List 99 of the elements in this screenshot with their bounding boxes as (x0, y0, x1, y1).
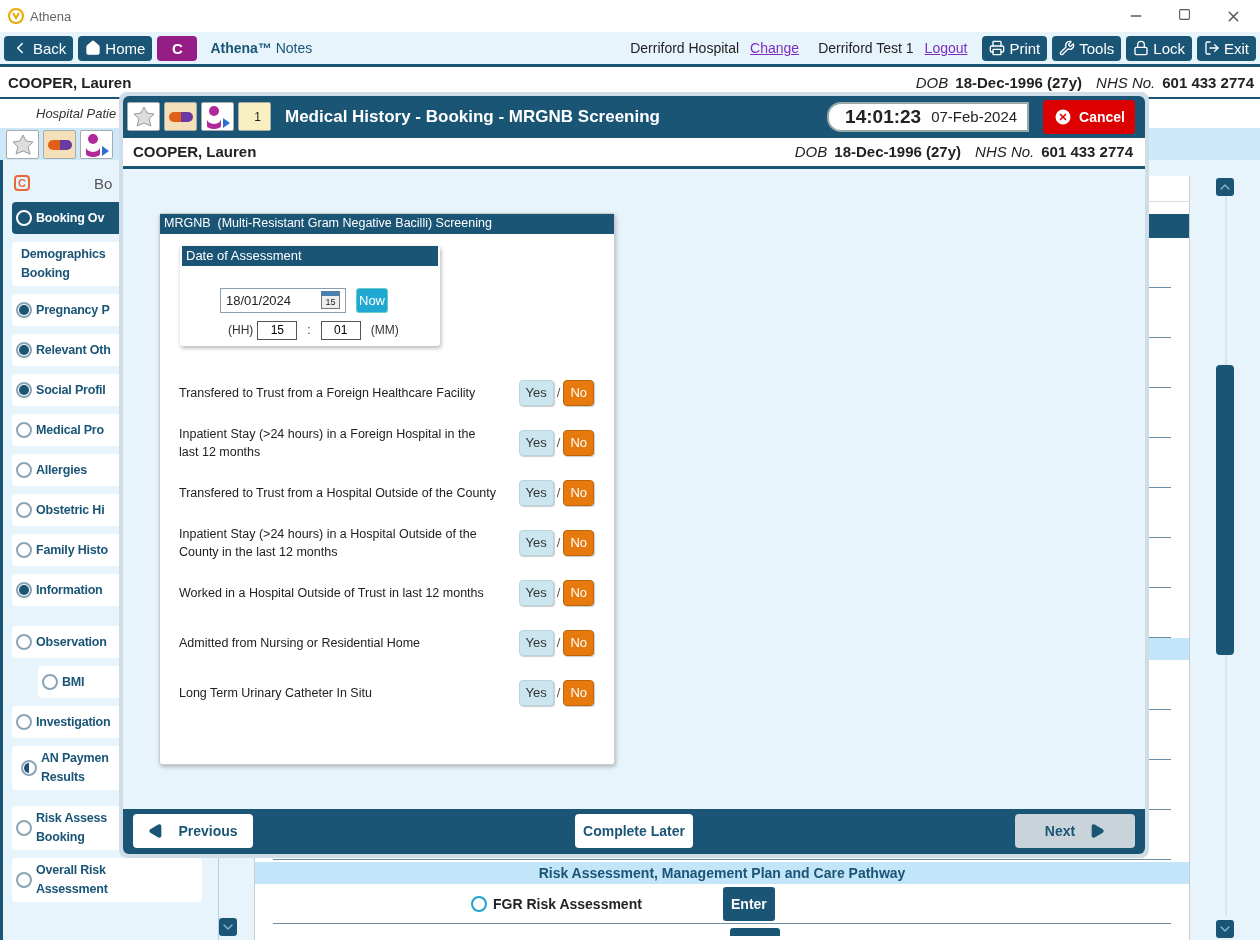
answer-option[interactable]: Yes (518, 629, 554, 656)
dob-value: 18-Dec-1996 (27y) (834, 143, 962, 161)
change-link[interactable]: Change (750, 40, 800, 56)
minutes-field[interactable]: 01 (320, 320, 361, 340)
radio-circle[interactable] (16, 872, 32, 888)
nhs-label: NHS No. (975, 143, 1035, 161)
radio-circle[interactable] (16, 542, 32, 558)
radio-circle[interactable] (16, 502, 32, 518)
radio-circle[interactable] (16, 462, 32, 478)
radio-circle[interactable] (16, 634, 32, 650)
capsule-icon (46, 138, 73, 151)
radio-circle[interactable] (16, 422, 32, 438)
section-letter-icon: C (14, 175, 30, 191)
radio-circle[interactable] (16, 342, 32, 358)
subheader-text: Hospital Patie (36, 106, 117, 121)
row-label: FGR Risk Assessment (493, 895, 643, 912)
nhs-number: 601 433 2774 (1162, 73, 1254, 91)
printer-icon (989, 40, 1006, 56)
patient-name: COOPER, Lauren (8, 73, 132, 91)
exit-button[interactable]: Exit (1197, 35, 1256, 61)
option-separator: / (556, 535, 561, 551)
complete-later-button[interactable]: Complete Later (575, 814, 693, 849)
half-filled-radio[interactable] (21, 760, 37, 776)
answer-option[interactable]: Yes (518, 579, 554, 606)
wrench-icon (1059, 40, 1076, 56)
calendar-icon[interactable]: 15 (321, 291, 340, 310)
dob-value: 18-Dec-1996 (27y) (955, 73, 1083, 91)
cancel-button[interactable]: Cancel (1043, 99, 1135, 134)
dialog-title: Medical History - Booking - MRGNB Screening (285, 106, 660, 127)
radio-circle[interactable] (42, 674, 58, 690)
option-separator: / (556, 635, 561, 651)
card-title: MRGNB (Multi-Resistant Gram Negative Bacilli) Screening (160, 213, 614, 234)
patient-name: COOPER, Lauren (133, 143, 257, 161)
tool-tile[interactable] (80, 130, 113, 159)
tool-tile[interactable] (127, 102, 160, 132)
previous-button[interactable]: Previous (133, 814, 253, 849)
option-separator: / (556, 385, 561, 401)
hours-field[interactable]: 15 (257, 320, 298, 340)
close-icon (1053, 106, 1074, 127)
radio-circle[interactable] (16, 382, 32, 398)
answer-option[interactable]: Yes (518, 479, 554, 506)
scroll-down-button[interactable] (1216, 920, 1234, 938)
time-separator: : (307, 323, 311, 338)
scroll-up-button[interactable] (1216, 178, 1234, 196)
tool-tile[interactable] (201, 102, 234, 132)
scrollbar-thumb[interactable] (1216, 365, 1234, 655)
person-arrow-icon (204, 104, 231, 129)
enter-button[interactable]: Enter (723, 886, 775, 921)
notepad-tile[interactable]: 1 (238, 102, 271, 132)
logout-link[interactable]: Logout (924, 40, 968, 56)
tool-tile[interactable] (6, 130, 39, 159)
maximize-icon[interactable] (1178, 7, 1191, 21)
dob-label: DOB (915, 73, 949, 91)
person-arrow-icon (83, 132, 110, 157)
radio-circle[interactable] (16, 302, 32, 318)
dob-label: DOB (794, 143, 828, 161)
home-button[interactable]: Home (78, 35, 153, 61)
home-icon (85, 40, 102, 56)
star-icon (10, 133, 35, 156)
back-button[interactable]: Back (4, 35, 74, 61)
padlock-icon (1133, 40, 1150, 56)
window-title: Athena (30, 8, 72, 24)
option-separator: / (556, 585, 561, 601)
radio-circle[interactable] (16, 820, 32, 836)
answer-option[interactable]: Yes (518, 679, 554, 706)
clock-display: 14:01:23 07-Feb-2024 (827, 101, 1030, 132)
nhs-number: 601 433 2774 (1041, 143, 1133, 161)
tools-button[interactable]: Tools (1052, 35, 1122, 61)
app-name: Athena™ Notes (210, 40, 313, 56)
app-logo-icon (8, 8, 24, 24)
print-button[interactable]: Print (982, 35, 1048, 61)
radio-circle[interactable] (16, 714, 32, 730)
answer-option[interactable]: Yes (518, 429, 554, 456)
answer-option[interactable]: Yes (518, 529, 554, 556)
radio-circle[interactable] (16, 582, 32, 598)
right-triangle-icon (1089, 823, 1106, 840)
sidebar-title: Bo (94, 174, 113, 192)
capsule-icon (167, 110, 194, 123)
card-title: Date of Assessment (182, 245, 438, 266)
letter-button[interactable]: C (157, 35, 198, 61)
option-separator: / (556, 485, 561, 501)
hours-label: (HH) (228, 323, 254, 338)
exit-icon (1204, 40, 1220, 56)
option-separator: / (556, 685, 561, 701)
date-field[interactable]: 18/01/2024 15 (220, 287, 346, 313)
tool-tile[interactable] (164, 102, 197, 132)
answer-option[interactable]: Yes (518, 379, 554, 406)
star-icon (131, 105, 156, 128)
tool-tile[interactable] (43, 130, 76, 159)
lock-button[interactable]: Lock (1126, 35, 1192, 61)
scroll-down-button[interactable] (218, 918, 237, 936)
location-text: Derriford Hospital (630, 40, 740, 56)
nhs-label: NHS No. (1096, 73, 1156, 91)
option-separator: / (556, 435, 561, 451)
sidebar-item[interactable]: Overall Risk Assessment (12, 858, 202, 902)
user-name: Derriford Test 1 (818, 40, 914, 56)
radio-circle[interactable] (471, 895, 487, 912)
minutes-label: (MM) (370, 323, 399, 338)
section-title: Risk Assessment, Management Plan and Care Pathway (538, 865, 906, 881)
